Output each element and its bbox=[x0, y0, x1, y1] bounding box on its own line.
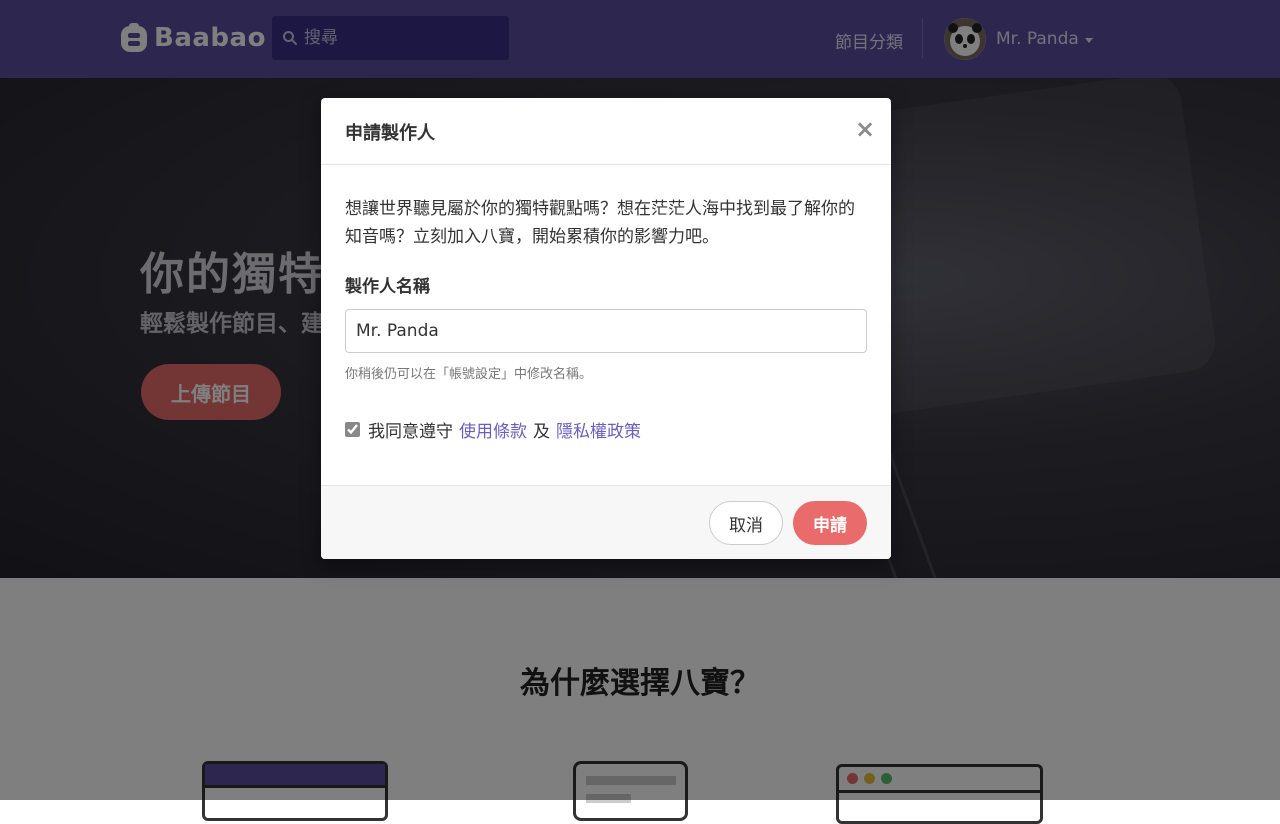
modal-footer: 取消 申請 bbox=[321, 485, 891, 559]
modal-title: 申請製作人 bbox=[345, 123, 435, 144]
privacy-policy-link[interactable]: 隱私權政策 bbox=[556, 417, 641, 442]
apply-producer-modal: 申請製作人 × 想讓世界聽見屬於你的獨特觀點嗎？想在茫茫人海中找到最了解你的知音… bbox=[321, 98, 891, 559]
modal-header: 申請製作人 × bbox=[321, 98, 891, 165]
and-text: 及 bbox=[533, 422, 550, 442]
agree-prefix: 我同意遵守 bbox=[368, 422, 453, 442]
submit-button[interactable]: 申請 bbox=[793, 501, 867, 545]
agree-terms-row: 我同意遵守 使用條款 及 隱私權政策 bbox=[345, 417, 647, 442]
producer-name-label: 製作人名稱 bbox=[345, 277, 430, 297]
modal-description: 想讓世界聽見屬於你的獨特觀點嗎？想在茫茫人海中找到最了解你的知音嗎？立刻加入八寶… bbox=[345, 199, 855, 247]
terms-of-use-link[interactable]: 使用條款 bbox=[459, 417, 527, 442]
modal-body: 想讓世界聽見屬於你的獨特觀點嗎？想在茫茫人海中找到最了解你的知音嗎？立刻加入八寶… bbox=[321, 165, 891, 484]
help-text: 你稍後仍可以在「帳號設定」中修改名稱。 bbox=[345, 367, 593, 382]
cancel-button[interactable]: 取消 bbox=[709, 501, 783, 545]
agree-checkbox[interactable] bbox=[345, 422, 360, 437]
close-icon[interactable]: × bbox=[855, 117, 875, 141]
producer-name-input[interactable] bbox=[345, 309, 867, 353]
